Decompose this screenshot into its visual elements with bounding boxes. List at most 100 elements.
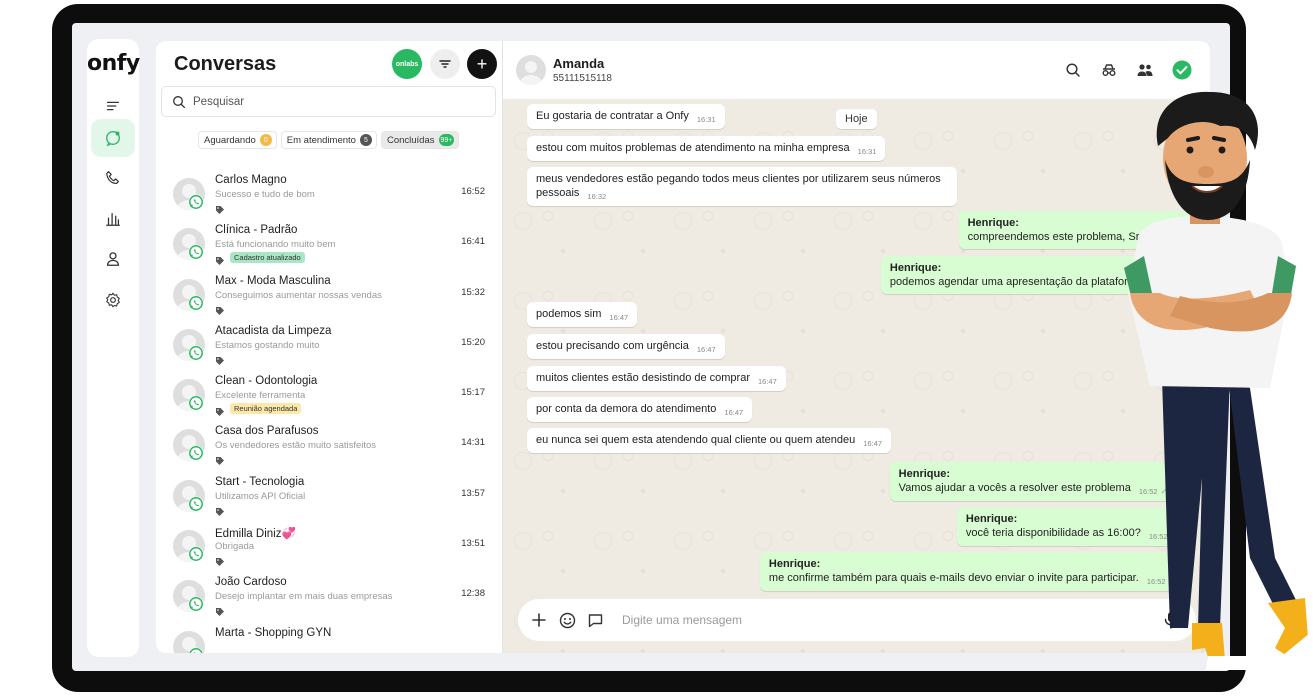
- whatsapp-icon: [188, 496, 204, 512]
- incognito-icon[interactable]: [1099, 60, 1119, 80]
- incoming-message[interactable]: estou precisando com urgência 16:47: [527, 334, 725, 359]
- conversation-tags: [215, 504, 225, 516]
- emoji-icon[interactable]: [558, 611, 576, 629]
- conversation-tags: [215, 554, 225, 567]
- conversation-item[interactable]: Max - Moda Masculina Conseguimos aumentar…: [156, 270, 502, 320]
- filter-chip-label: Aguardando: [204, 134, 256, 146]
- tag-icon[interactable]: [215, 453, 225, 466]
- tag-icon[interactable]: [215, 604, 225, 617]
- conversation-preview: Conseguimos aumentar nossas vendas: [215, 289, 382, 301]
- incoming-message[interactable]: meus vendedores estão pegando todos meus…: [527, 167, 957, 206]
- whatsapp-icon: [188, 596, 204, 612]
- filter-chip[interactable]: Em atendimento 5: [280, 131, 377, 149]
- incoming-message[interactable]: estou com muitos problemas de atendiment…: [527, 136, 886, 161]
- transfer-users-icon[interactable]: [1135, 60, 1155, 80]
- filter-chip[interactable]: Concluídas 99+: [380, 131, 460, 149]
- conversation-name: Clínica - Padrão: [215, 224, 298, 237]
- filter-chip[interactable]: Aguardando 0: [198, 131, 277, 149]
- conversation-name: Edmilla Diniz💞: [215, 528, 296, 541]
- incoming-message[interactable]: por conta da demora do atendimento 16:47: [527, 397, 753, 422]
- onfy-logo: onfy: [87, 51, 140, 76]
- conversation-name: Max - Moda Masculina: [215, 274, 331, 287]
- message-input[interactable]: [622, 613, 1152, 627]
- whatsapp-icon: [188, 395, 204, 411]
- conversation-item[interactable]: Marta - Shopping GYN: [156, 622, 502, 653]
- conversation-tags: Cadastro atualizado: [215, 252, 305, 265]
- search-messages-icon[interactable]: [1063, 60, 1083, 80]
- cartoon-man-illustration: [1124, 91, 1313, 670]
- conversation-preview: Os vendedores estão muito satisfeitos: [215, 440, 377, 452]
- tag-icon[interactable]: [215, 504, 225, 516]
- tag-icon[interactable]: [215, 554, 225, 567]
- user-icon[interactable]: [91, 240, 135, 278]
- message-time: 16:47: [724, 408, 744, 417]
- message-time: 16:47: [863, 439, 883, 448]
- phone-icon[interactable]: [91, 159, 135, 197]
- conversation-name: João Cardoso: [215, 576, 287, 589]
- conversation-tags: [215, 303, 225, 315]
- filter-chip-label: Concluídas: [386, 134, 435, 146]
- resolve-check-icon[interactable]: [1172, 60, 1192, 80]
- message-composer: [518, 599, 1196, 641]
- conversation-item[interactable]: João Cardoso Desejo implantar em mais dua…: [156, 571, 502, 621]
- chat-icon[interactable]: [91, 119, 135, 157]
- conversation-tags: [215, 353, 225, 365]
- conversations-panel: Conversas onlabs + Aguardando0Em atendim…: [156, 41, 502, 653]
- message-list: Hoje Eu gostaria de contratar a Onfy 16:3…: [503, 99, 1210, 591]
- whatsapp-icon: [188, 546, 204, 562]
- conversation-tags: [215, 453, 225, 466]
- tag-icon[interactable]: [215, 353, 225, 365]
- conversation-item[interactable]: Edmilla Diniz💞 Obrigada 13:51: [156, 521, 502, 571]
- conversation-tag: Cadastro atualizado: [230, 252, 305, 264]
- quick-reply-icon[interactable]: [586, 611, 604, 629]
- incoming-message[interactable]: muitos clientes estão desistindo de comp…: [527, 366, 786, 391]
- incoming-message[interactable]: podemos sim 16:47: [527, 302, 638, 327]
- whatsapp-icon: [188, 647, 204, 653]
- conversation-time: 13:51: [461, 538, 485, 550]
- onlabs-button[interactable]: onlabs: [392, 49, 422, 79]
- conversation-tags: Reunião agendada: [215, 403, 302, 416]
- conversation-item[interactable]: Carlos Magno Sucesso e tudo de bom 16:52: [156, 169, 502, 219]
- filter-count-badge: 5: [359, 134, 372, 146]
- new-conversation-button[interactable]: +: [467, 49, 497, 79]
- conversation-preview: Está funcionando muito bem: [215, 239, 336, 251]
- search-icon: [173, 95, 186, 108]
- conversation-item[interactable]: Casa dos Parafusos Os vendedores estão mu…: [156, 420, 502, 470]
- contact-name[interactable]: Amanda: [553, 56, 604, 71]
- conversation-item[interactable]: Atacadista da Limpeza Estamos gostando mu…: [156, 320, 502, 370]
- message-time: 16:47: [609, 313, 629, 322]
- filter-count-badge: 0: [259, 134, 272, 146]
- tag-icon[interactable]: [215, 202, 225, 214]
- contact-avatar[interactable]: [516, 55, 546, 85]
- date-divider: Hoje: [836, 109, 877, 129]
- conversation-name: Marta - Shopping GYN: [215, 626, 332, 639]
- conversation-time: 12:38: [461, 588, 485, 600]
- incoming-message[interactable]: Eu gostaria de contratar a Onfy 16:31: [527, 104, 725, 129]
- conversation-preview: Obrigada: [215, 541, 255, 553]
- message-time: 16:31: [696, 115, 716, 124]
- conversation-item[interactable]: Start - Tecnologia Utilizamos API Oficial…: [156, 471, 502, 521]
- conversation-time: 15:32: [461, 286, 485, 298]
- filter-button[interactable]: [430, 49, 460, 79]
- message-time: 16:32: [587, 192, 607, 201]
- incoming-message[interactable]: eu nunca sei quem esta atendendo qual cl…: [527, 428, 892, 453]
- tag-icon[interactable]: [215, 303, 225, 315]
- attach-plus-icon[interactable]: [530, 611, 548, 629]
- conversation-item[interactable]: Clínica - Padrão Está funcionando muito b…: [156, 219, 502, 269]
- filter-icon: [439, 60, 451, 68]
- search-input[interactable]: [193, 95, 473, 108]
- conversations-title: Conversas: [174, 53, 277, 75]
- whatsapp-icon: [188, 295, 204, 311]
- tag-icon[interactable]: [215, 404, 225, 416]
- message-text: estou com muitos problemas de atendiment…: [536, 142, 850, 154]
- message-time: 16:47: [696, 345, 716, 354]
- conversation-preview: Excelente ferramenta: [215, 390, 306, 402]
- settings-icon[interactable]: [91, 281, 135, 319]
- chart-icon[interactable]: [91, 200, 135, 238]
- message-text: estou precisando com urgência: [536, 340, 689, 352]
- tag-icon[interactable]: [215, 253, 225, 265]
- conversation-time: 14:31: [461, 437, 485, 449]
- whatsapp-icon: [188, 445, 204, 461]
- conversation-item[interactable]: Clean - Odontologia Excelente ferramenta 1…: [156, 370, 502, 420]
- conversation-tags: [215, 604, 225, 617]
